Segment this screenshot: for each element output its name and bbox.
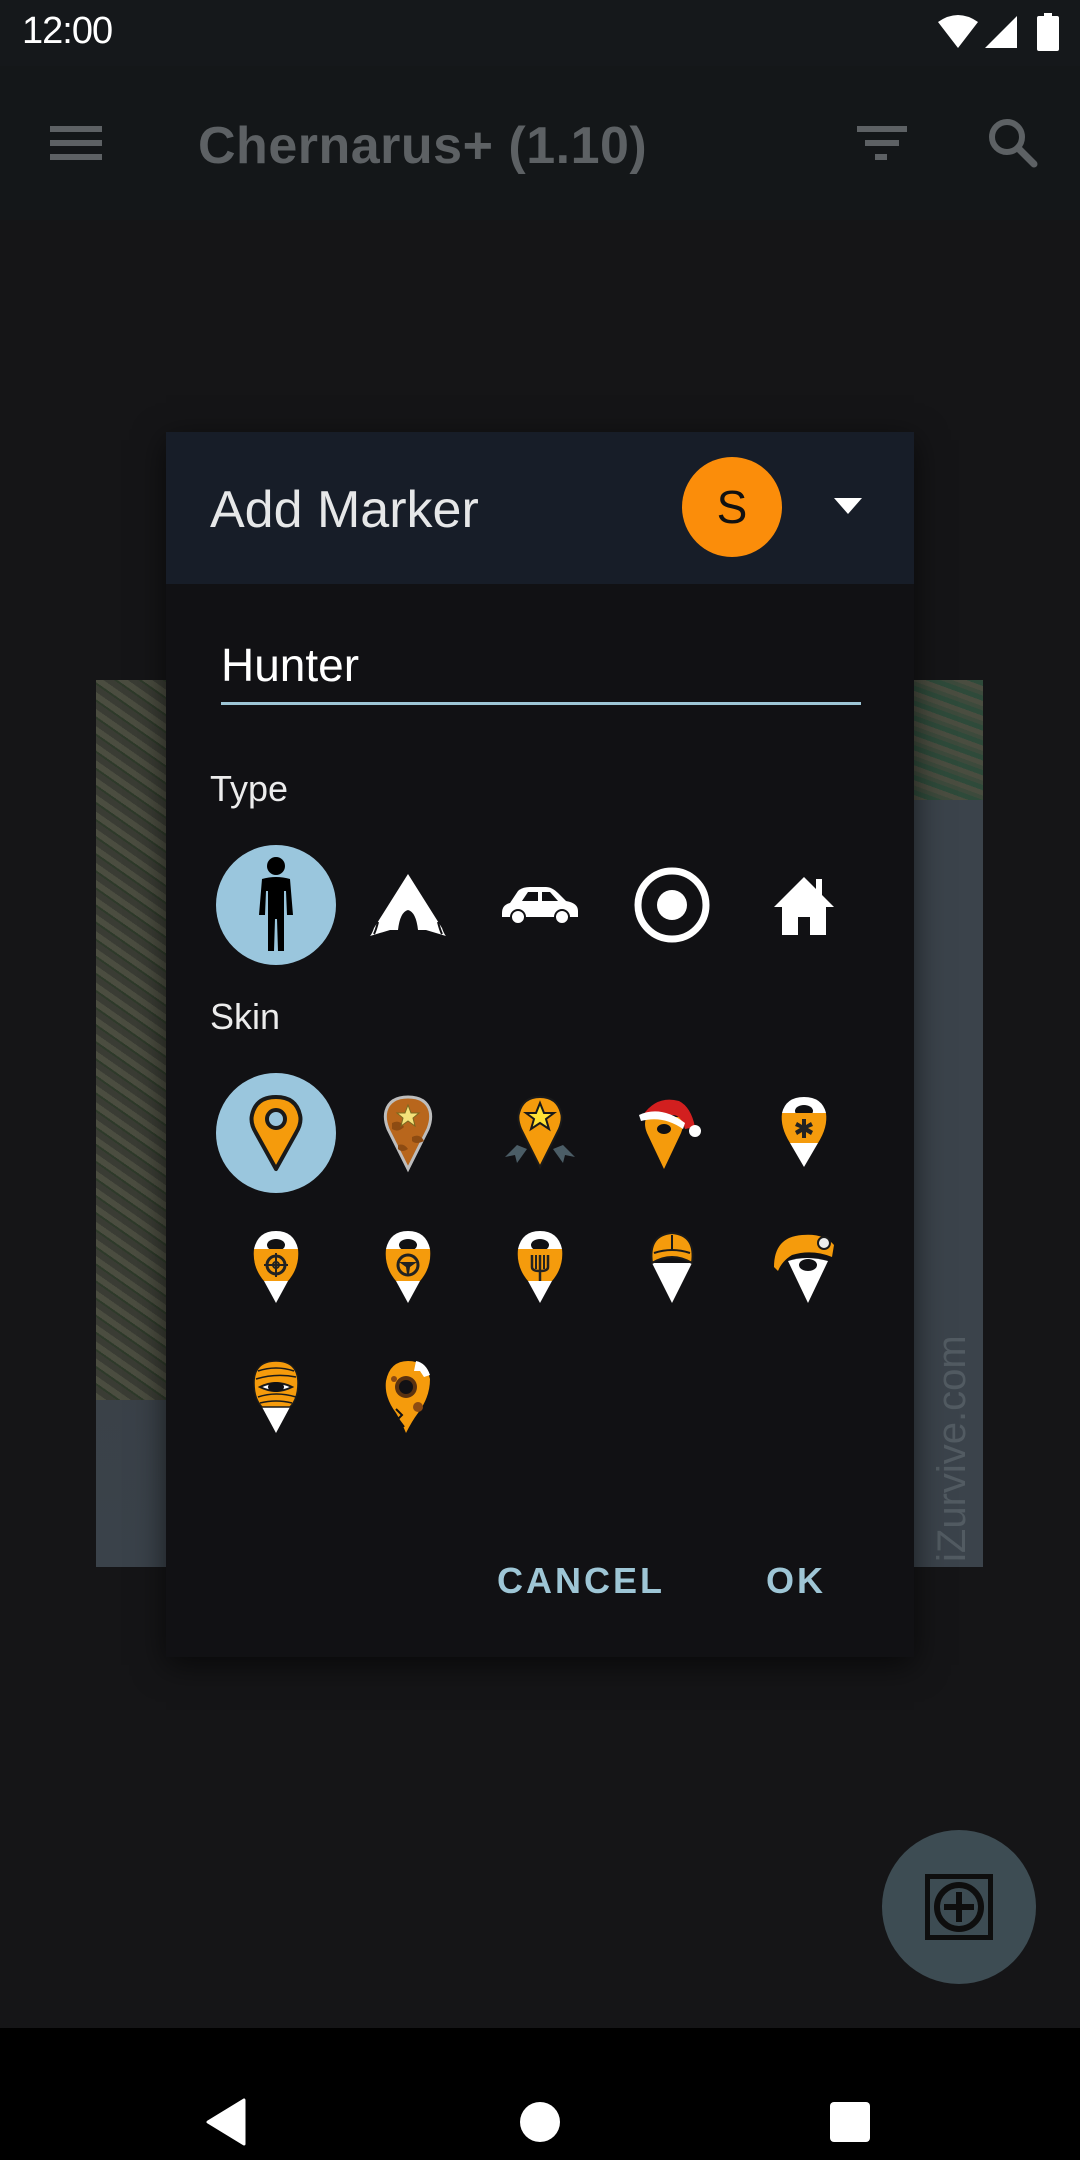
type-option-person[interactable]	[216, 845, 336, 965]
type-option-tent[interactable]	[348, 845, 468, 965]
skin-option-driver-bandana-pin[interactable]	[348, 1207, 468, 1327]
type-option-target[interactable]	[612, 845, 732, 965]
skin-option-medic-bandana-pin[interactable]	[744, 1073, 864, 1193]
farmer-bandana-pin-icon	[517, 1231, 563, 1303]
car-icon	[502, 887, 578, 925]
chevron-down-icon[interactable]	[830, 492, 866, 520]
skin-option-cap-pin[interactable]	[612, 1207, 732, 1327]
type-option-house[interactable]	[744, 845, 864, 965]
add-marker-dialog: Add Marker S Type	[166, 432, 914, 1657]
marker-name-input[interactable]	[221, 632, 861, 705]
sniper-bandana-pin-icon	[253, 1231, 299, 1303]
cap-pin-icon	[650, 1231, 694, 1303]
app-toolbar: Chernarus+ (1.10)	[0, 66, 1080, 220]
ok-button[interactable]: OK	[752, 1550, 840, 1612]
player-avatar[interactable]: S	[682, 457, 782, 557]
mummy-pin-icon	[253, 1360, 299, 1433]
status-bar: 12:00	[0, 0, 1080, 66]
skin-option-mummy-pin[interactable]	[216, 1337, 336, 1457]
filter-icon[interactable]	[855, 124, 909, 162]
house-icon	[774, 877, 834, 935]
driver-bandana-pin-icon	[385, 1231, 431, 1303]
skin-option-camo-star-pin[interactable]	[348, 1073, 468, 1193]
skin-label: Skin	[210, 996, 281, 1037]
recents-icon[interactable]	[829, 2101, 871, 2143]
avatar-letter: S	[716, 481, 748, 533]
cell-signal-icon	[985, 16, 1017, 48]
zombie-pin-icon	[385, 1361, 430, 1433]
skin-option-santa-hat-pin[interactable]	[612, 1073, 732, 1193]
type-option-car[interactable]	[480, 845, 600, 965]
search-icon[interactable]	[986, 116, 1040, 170]
battery-icon	[1037, 13, 1059, 51]
skin-option-sniper-bandana-pin[interactable]	[216, 1207, 336, 1327]
system-nav-bar	[0, 2028, 1080, 2160]
app-title: Chernarus+ (1.10)	[198, 117, 648, 175]
menu-icon[interactable]	[50, 124, 104, 162]
back-icon[interactable]	[204, 2098, 246, 2146]
map-watermark: iZurvive.com	[918, 1300, 978, 1570]
dialog-title: Add Marker	[210, 481, 479, 539]
map-coast-area	[913, 680, 983, 800]
home-icon[interactable]	[519, 2101, 561, 2143]
map-land-area	[96, 680, 166, 1400]
cancel-button[interactable]: CANCEL	[483, 1550, 679, 1612]
star-ribbon-pin-icon	[505, 1095, 575, 1170]
medic-bandana-pin-icon	[781, 1097, 827, 1167]
person-icon	[259, 857, 293, 951]
add-marker-icon	[925, 1874, 993, 1940]
dialog-header: Add Marker S	[166, 432, 914, 584]
camo-star-pin-icon	[383, 1095, 433, 1173]
skin-option-default-pin[interactable]	[216, 1073, 336, 1193]
add-marker-fab[interactable]	[882, 1830, 1036, 1984]
skin-option-farmer-bandana-pin[interactable]	[480, 1207, 600, 1327]
target-icon	[634, 867, 710, 943]
beret-pin-icon	[774, 1234, 834, 1303]
wifi-icon	[938, 15, 978, 48]
watermark-text: iZurvive.com	[930, 1335, 974, 1562]
skin-option-star-ribbon-pin[interactable]	[480, 1073, 600, 1193]
santa-hat-pin-icon	[639, 1099, 701, 1169]
tent-icon	[370, 874, 446, 936]
clock: 12:00	[22, 10, 113, 52]
type-label: Type	[210, 768, 289, 809]
skin-option-beret-pin[interactable]	[744, 1207, 864, 1327]
skin-option-zombie-pin[interactable]	[348, 1337, 468, 1457]
map-pin-icon	[249, 1095, 303, 1171]
